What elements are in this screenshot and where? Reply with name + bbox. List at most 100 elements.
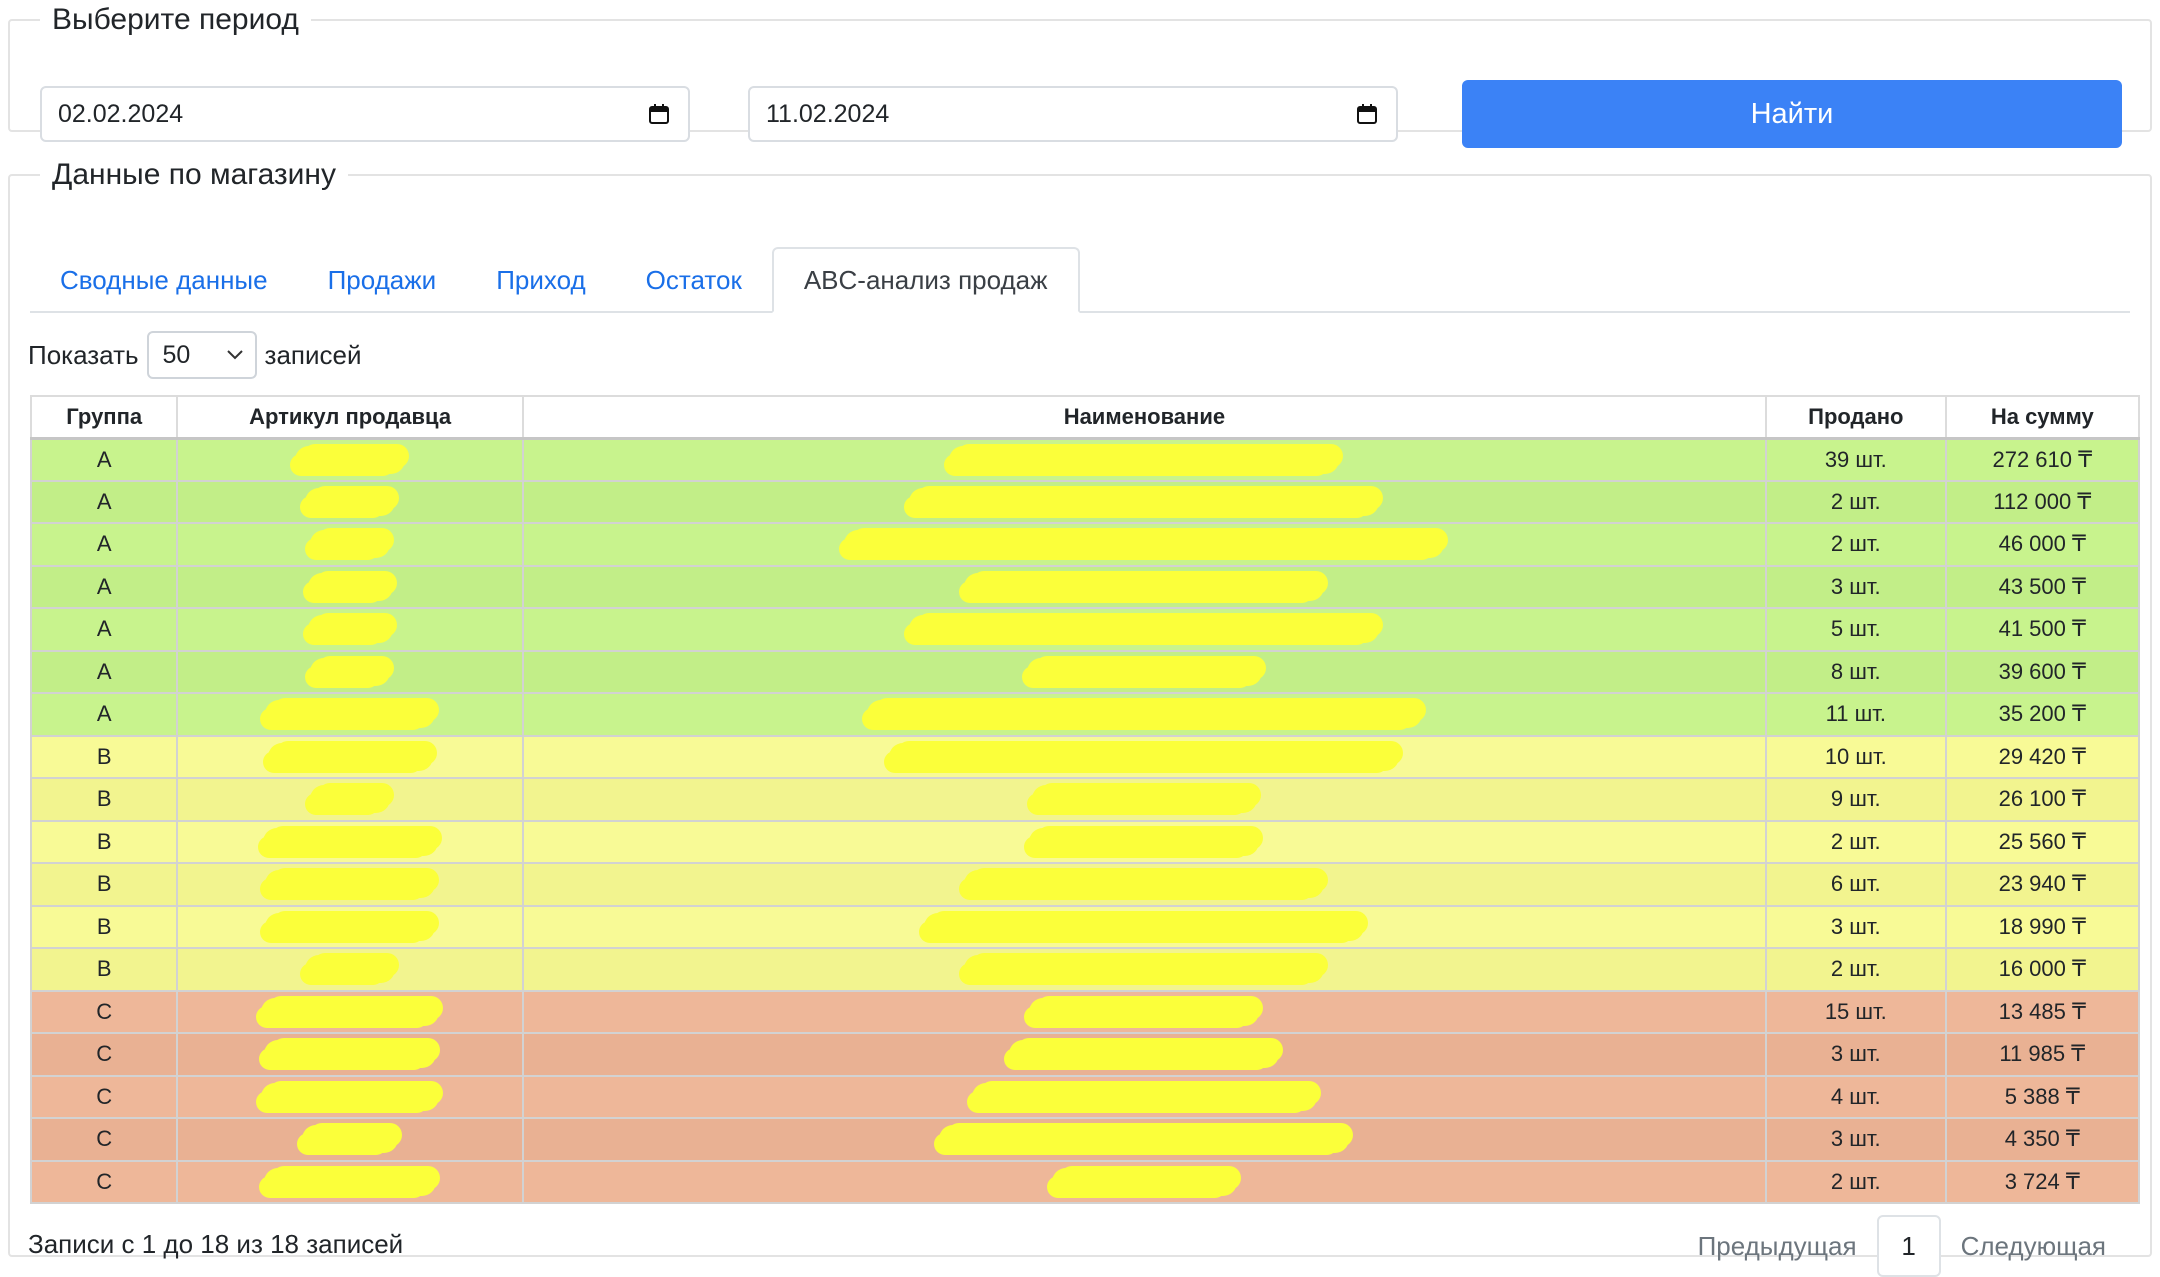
cell-article-redacted	[176, 1032, 524, 1077]
cell-sold: 10 шт.	[1765, 734, 1947, 779]
cell-sum: 3 724 ₸	[1944, 1159, 2141, 1204]
cell-sum: 39 600 ₸	[1944, 649, 2141, 694]
cell-name-redacted	[521, 777, 1768, 822]
cell-sum: 29 420 ₸	[1944, 734, 2141, 779]
calendar-icon[interactable]	[1356, 103, 1378, 125]
cell-group: B	[29, 862, 179, 907]
cell-article-redacted	[176, 479, 524, 524]
redaction-mark	[1031, 785, 1257, 814]
page-length-select[interactable]: 50	[146, 331, 257, 379]
cell-group: B	[29, 819, 179, 864]
redaction-mark	[302, 1125, 399, 1154]
column-header-sum[interactable]: На сумму	[1944, 395, 2141, 440]
redaction-mark	[1009, 1040, 1280, 1069]
cell-group: C	[29, 1159, 179, 1204]
redaction-mark	[971, 1082, 1317, 1111]
page-length-suffix: записей	[264, 339, 362, 370]
cell-article-redacted	[176, 607, 524, 652]
tab-receipts[interactable]: Приход	[466, 247, 615, 313]
cell-group: C	[29, 1074, 179, 1119]
tab-stock[interactable]: Остаток	[616, 247, 772, 313]
cell-sold: 3 шт.	[1765, 904, 1947, 949]
cell-sold: 11 шт.	[1765, 692, 1947, 737]
cell-sum: 11 985 ₸	[1944, 1032, 2141, 1077]
cell-sum: 46 000 ₸	[1944, 522, 2141, 567]
redaction-mark	[909, 487, 1380, 516]
table-row: C 3 шт. 4 350 ₸	[29, 1117, 2141, 1162]
date-to-value: 11.02.2024	[766, 99, 890, 128]
cell-name-redacted	[521, 819, 1768, 864]
redaction-mark	[305, 487, 396, 516]
redaction-mark	[295, 445, 406, 474]
cell-name-redacted	[521, 1032, 1768, 1077]
redaction-mark	[1051, 1167, 1237, 1196]
find-button[interactable]: Найти	[1462, 80, 2122, 148]
page-length-prefix: Показать	[28, 339, 139, 370]
redaction-mark	[310, 657, 391, 686]
period-legend: Выберите период	[52, 3, 299, 36]
redaction-mark	[307, 615, 393, 644]
cell-name-redacted	[521, 734, 1768, 779]
redaction-mark	[964, 870, 1325, 899]
period-panel: Выберите период 02.02.2024 11.02.2024 На…	[8, 2, 2152, 148]
redaction-mark	[261, 1082, 440, 1111]
cell-group: C	[29, 989, 179, 1034]
redaction-mark	[267, 742, 433, 771]
next-page-button[interactable]: Следующая	[1941, 1231, 2126, 1262]
table-row: B 6 шт. 23 940 ₸	[29, 862, 2141, 907]
cell-sold: 3 шт.	[1765, 1117, 1947, 1162]
redaction-mark	[1026, 657, 1262, 686]
redaction-mark	[264, 1040, 437, 1069]
cell-article-redacted	[176, 904, 524, 949]
cell-group: A	[29, 649, 179, 694]
cell-article-redacted	[176, 734, 524, 779]
column-header-name[interactable]: Наименование	[521, 395, 1768, 440]
redaction-mark	[866, 700, 1422, 729]
date-to-input[interactable]: 11.02.2024	[748, 86, 1398, 142]
tab-summary[interactable]: Сводные данные	[30, 247, 298, 313]
table-header-row: Группа Артикул продавца Наименование Про…	[29, 395, 2141, 440]
cell-name-redacted	[521, 437, 1768, 482]
cell-article-redacted	[176, 947, 524, 992]
cell-article-redacted	[176, 1074, 524, 1119]
cell-group: C	[29, 1117, 179, 1162]
redaction-mark	[889, 742, 1400, 771]
cell-sum: 4 350 ₸	[1944, 1117, 2141, 1162]
calendar-icon[interactable]	[648, 103, 670, 125]
cell-sum: 272 610 ₸	[1944, 437, 2141, 482]
redaction-mark	[909, 615, 1380, 644]
cell-group: C	[29, 1032, 179, 1077]
cell-group: A	[29, 437, 179, 482]
cell-sum: 25 560 ₸	[1944, 819, 2141, 864]
cell-article-redacted	[176, 1117, 524, 1162]
table-row: B 9 шт. 26 100 ₸	[29, 777, 2141, 822]
cell-article-redacted	[176, 437, 524, 482]
table-row: B 10 шт. 29 420 ₸	[29, 734, 2141, 779]
redaction-mark	[310, 785, 391, 814]
cell-sum: 23 940 ₸	[1944, 862, 2141, 907]
column-header-group[interactable]: Группа	[29, 395, 179, 440]
cell-sold: 2 шт.	[1765, 479, 1947, 524]
redaction-mark	[310, 530, 391, 559]
cell-group: B	[29, 947, 179, 992]
prev-page-button[interactable]: Предыдущая	[1678, 1231, 1877, 1262]
table-row: A 2 шт. 46 000 ₸	[29, 522, 2141, 567]
redaction-mark	[261, 997, 440, 1026]
column-header-sold[interactable]: Продано	[1765, 395, 1947, 440]
tab-abc-analysis[interactable]: ABC-анализ продаж	[771, 247, 1080, 313]
cell-article-redacted	[176, 564, 524, 609]
store-legend: Данные по магазину	[52, 158, 337, 191]
column-header-article[interactable]: Артикул продавца	[176, 395, 524, 440]
tab-sales[interactable]: Продажи	[298, 247, 467, 313]
redaction-mark	[844, 530, 1445, 559]
page-length-value: 50	[162, 340, 191, 369]
cell-article-redacted	[176, 777, 524, 822]
table-row: A 5 шт. 41 500 ₸	[29, 607, 2141, 652]
cell-sold: 9 шт.	[1765, 777, 1947, 822]
abc-table: Группа Артикул продавца Наименование Про…	[29, 395, 2141, 1204]
cell-name-redacted	[521, 947, 1768, 992]
cell-name-redacted	[521, 607, 1768, 652]
table-row: A 39 шт. 272 610 ₸	[29, 437, 2141, 482]
date-from-input[interactable]: 02.02.2024	[40, 86, 690, 142]
cell-sold: 3 шт.	[1765, 1032, 1947, 1077]
